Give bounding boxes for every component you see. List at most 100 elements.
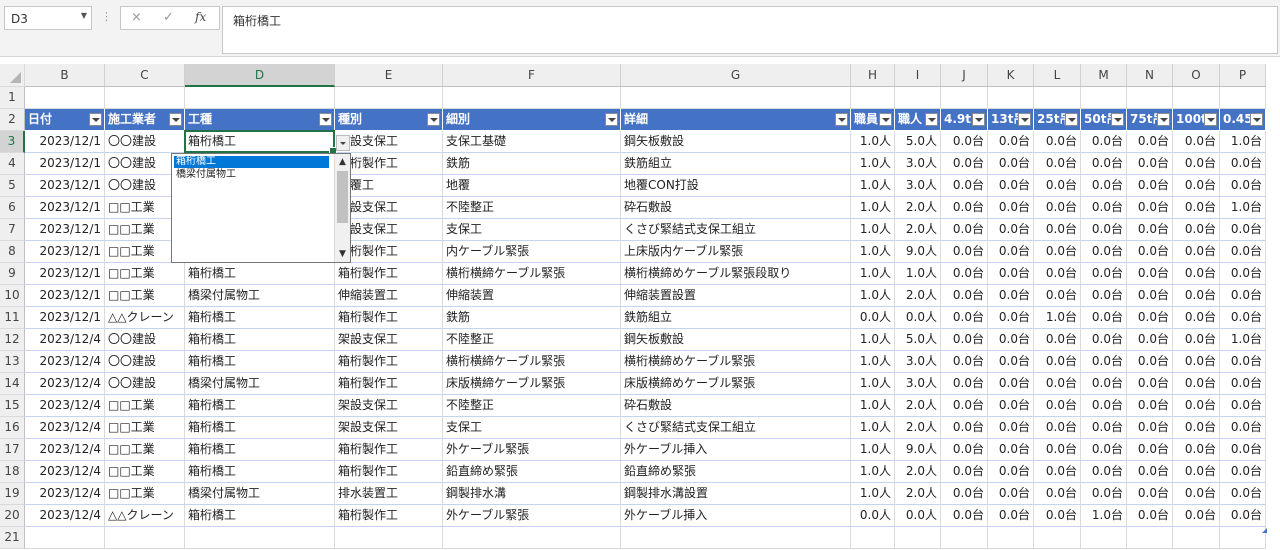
row-header-14[interactable]: 14 [0,373,25,395]
table-cell[interactable]: 1.0台 [1220,197,1266,219]
table-cell[interactable]: 2023/12/1 [25,285,105,307]
table-cell[interactable]: 外ケーブル挿入 [621,439,851,461]
empty-cell[interactable] [1034,87,1081,109]
enter-icon[interactable]: ✓ [163,10,174,25]
empty-cell[interactable] [335,87,443,109]
table-cell[interactable]: 0.0台 [1220,439,1266,461]
table-cell[interactable]: 箱桁橋工 [185,307,335,329]
table-cell[interactable]: △△クレーン [105,505,185,527]
table-cell[interactable]: 0.0台 [1034,417,1081,439]
table-cell[interactable]: 2023/12/4 [25,395,105,417]
row-header-3[interactable]: 3 [0,131,25,153]
table-cell[interactable]: 0.0台 [941,241,988,263]
empty-cell[interactable] [1081,87,1127,109]
table-cell[interactable]: 1.0人 [851,439,895,461]
table-cell[interactable]: 0.0台 [988,131,1034,153]
table-cell[interactable]: 外ケーブル緊張 [443,505,621,527]
table-cell[interactable]: 3.0人 [895,175,941,197]
table-cell[interactable]: 0.0台 [1081,329,1127,351]
table-cell[interactable]: 0.0台 [941,197,988,219]
column-header-j[interactable]: J [941,64,988,87]
table-cell[interactable]: 0.0台 [1127,241,1173,263]
table-cell[interactable]: 鉛直締め緊張 [621,461,851,483]
row-header-7[interactable]: 7 [0,219,25,241]
table-cell[interactable]: 地覆工 [335,175,443,197]
table-cell[interactable]: 9.0人 [895,241,941,263]
table-cell[interactable]: 9.0人 [895,439,941,461]
empty-cell[interactable] [988,527,1034,549]
column-header-o[interactable]: O [1173,64,1220,87]
empty-cell[interactable] [105,87,185,109]
select-all-corner[interactable] [0,64,25,87]
table-cell[interactable]: 3.0人 [895,351,941,373]
filter-dropdown-icon[interactable] [427,113,440,126]
empty-cell[interactable] [621,87,851,109]
table-cell[interactable]: 0.0人 [851,307,895,329]
table-cell[interactable]: 鋼製排水溝設置 [621,483,851,505]
table-cell[interactable]: 0.0台 [988,153,1034,175]
table-cell[interactable]: 0.0台 [1127,395,1173,417]
table-cell[interactable]: 2023/12/1 [25,197,105,219]
table-cell[interactable]: 0.0台 [1034,241,1081,263]
table-cell[interactable]: 0.0台 [1081,131,1127,153]
validation-dropdown-button[interactable] [336,135,350,151]
row-header-8[interactable]: 8 [0,241,25,263]
column-header-k[interactable]: K [988,64,1034,87]
table-cell[interactable]: 0.0台 [1081,307,1127,329]
table-cell[interactable]: 0.0台 [1220,153,1266,175]
table-cell[interactable]: 0.0台 [1220,417,1266,439]
table-cell[interactable]: 0.0台 [1220,285,1266,307]
table-cell[interactable]: 横桁横締ケーブル緊張 [443,351,621,373]
table-cell[interactable]: 2.0人 [895,395,941,417]
table-cell[interactable]: 架設支保工 [335,131,443,153]
table-cell[interactable]: 0.0台 [1127,483,1173,505]
table-cell[interactable]: 支保工 [443,219,621,241]
cancel-icon[interactable]: × [131,10,142,25]
table-cell[interactable]: 箱桁製作工 [335,307,443,329]
table-cell[interactable]: 鉄筋 [443,153,621,175]
table-cell[interactable]: 0.0台 [1034,351,1081,373]
table-cell[interactable]: 0.0台 [941,395,988,417]
table-cell[interactable]: 0.0台 [1034,461,1081,483]
empty-cell[interactable] [1127,87,1173,109]
empty-cell[interactable] [443,527,621,549]
table-cell[interactable]: 架設支保工 [335,395,443,417]
table-cell[interactable]: 1.0人 [851,241,895,263]
table-header-cell[interactable]: 細別 [443,109,621,131]
validation-dropdown-list[interactable]: 箱桁橋工 橋梁付属物工 ▲ ▼ [171,153,351,263]
table-cell[interactable]: 1.0人 [851,197,895,219]
table-cell[interactable]: 1.0人 [851,417,895,439]
table-cell[interactable]: 砕石敷設 [621,197,851,219]
empty-cell[interactable] [851,87,895,109]
table-cell[interactable]: 1.0人 [851,175,895,197]
table-cell[interactable]: □□工業 [105,285,185,307]
table-cell[interactable]: 0.0人 [895,505,941,527]
table-cell[interactable]: 箱桁橋工 [185,351,335,373]
table-cell[interactable]: 0.0台 [1081,219,1127,241]
table-cell[interactable]: 0.0台 [1173,373,1220,395]
table-cell[interactable]: 0.0台 [1220,263,1266,285]
empty-cell[interactable] [1173,87,1220,109]
table-cell[interactable]: 2.0人 [895,197,941,219]
table-cell[interactable]: 横桁横締めケーブル緊張 [621,351,851,373]
table-cell[interactable]: 0.0台 [1173,461,1220,483]
table-cell[interactable]: 架設支保工 [335,219,443,241]
column-header-m[interactable]: M [1081,64,1127,87]
table-cell[interactable]: 0.0台 [1034,329,1081,351]
table-cell[interactable]: 箱桁製作工 [335,461,443,483]
row-header-20[interactable]: 20 [0,505,25,527]
table-cell[interactable]: 箱桁橋工 [185,417,335,439]
row-header-18[interactable]: 18 [0,461,25,483]
scrollbar-thumb[interactable] [337,171,348,223]
empty-cell[interactable] [895,527,941,549]
table-cell[interactable]: 〇〇建設 [105,351,185,373]
table-cell[interactable]: 0.0台 [1173,307,1220,329]
table-cell[interactable]: 0.0台 [1173,219,1220,241]
column-header-h[interactable]: H [851,64,895,87]
table-cell[interactable]: 0.0台 [941,285,988,307]
table-cell[interactable]: 0.0台 [1127,307,1173,329]
table-cell[interactable]: 2023/12/1 [25,307,105,329]
table-cell[interactable]: 2023/12/1 [25,153,105,175]
table-cell[interactable]: 1.0人 [851,131,895,153]
table-cell[interactable]: 2023/12/4 [25,439,105,461]
